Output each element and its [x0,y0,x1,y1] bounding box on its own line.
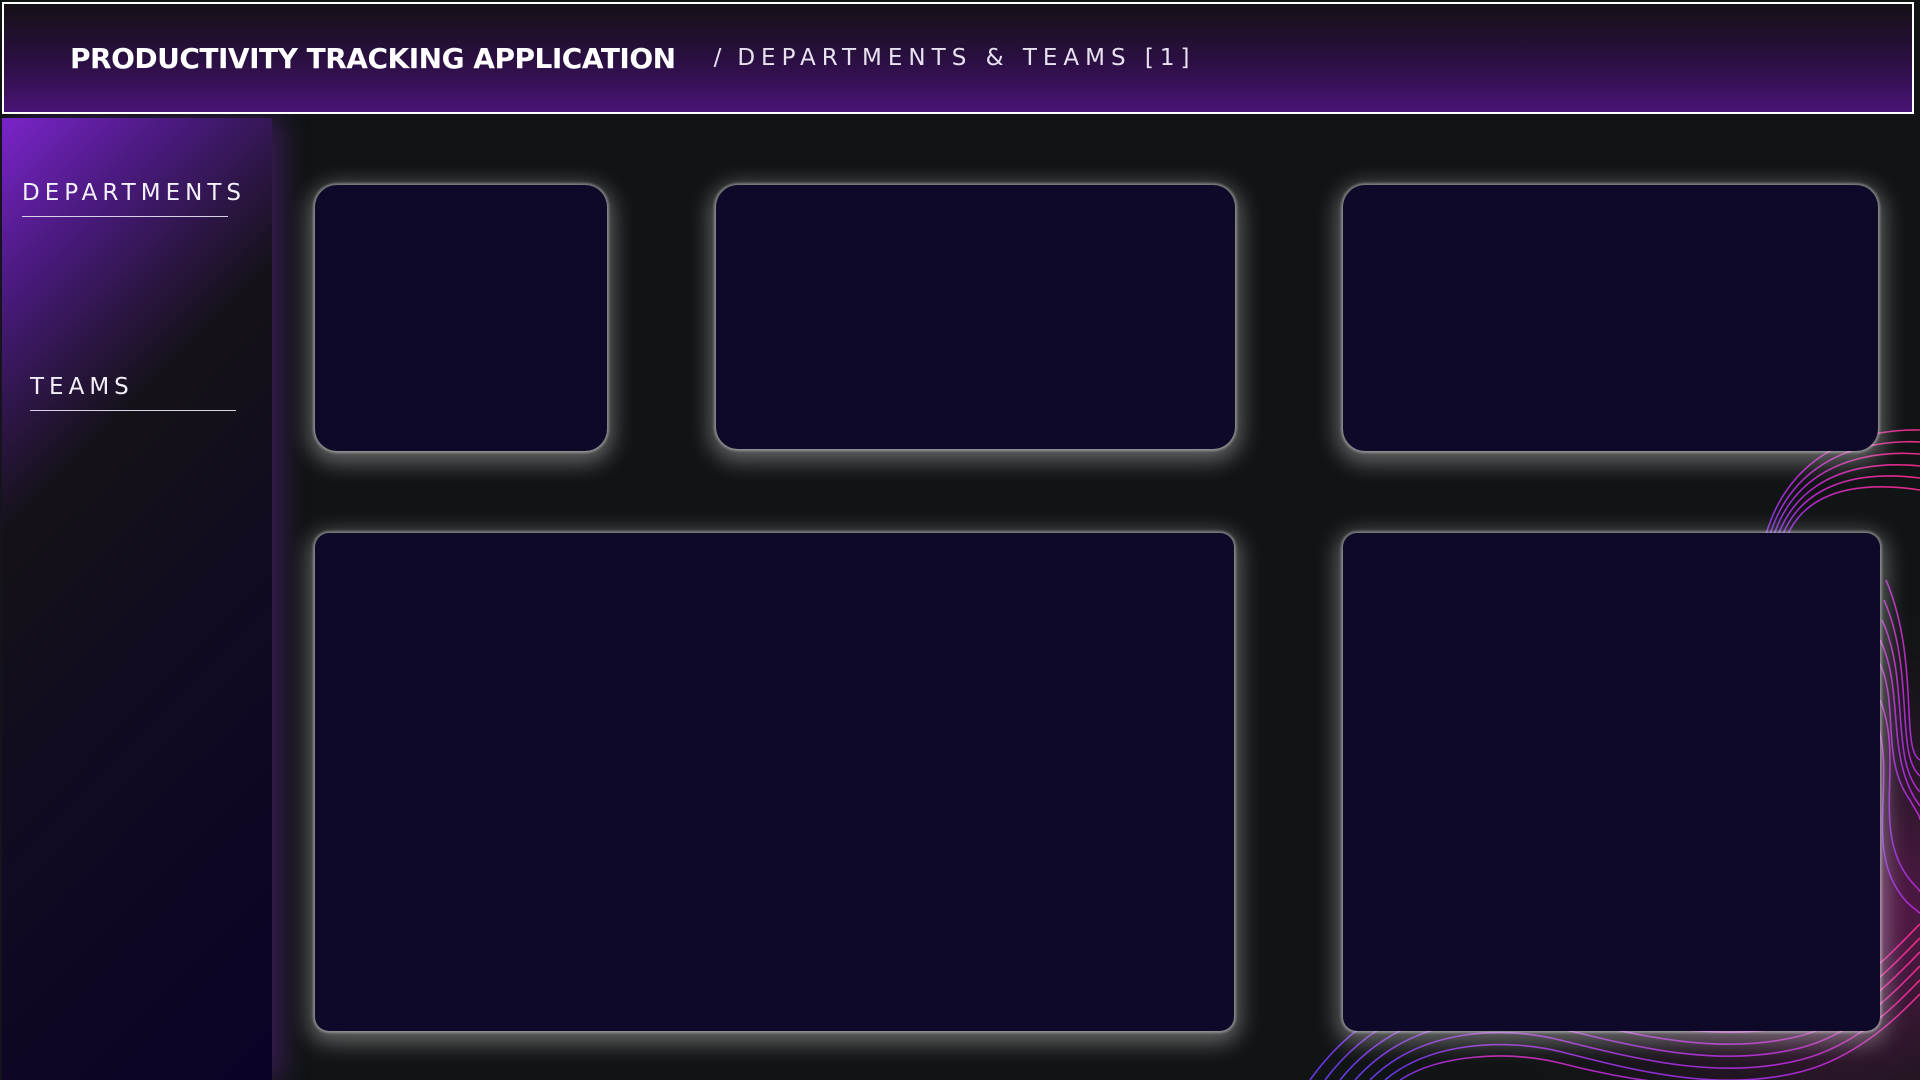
content-card-small [315,185,607,451]
app-window: PRODUCTIVITY TRACKING APPLICATION / DEPA… [0,0,1920,1080]
app-title: PRODUCTIVITY TRACKING APPLICATION [70,41,676,75]
sidebar-item-label: TEAMS [30,374,134,400]
sidebar-item-teams[interactable]: TEAMS [30,374,236,411]
top-header-bar: PRODUCTIVITY TRACKING APPLICATION / DEPA… [2,2,1914,114]
sidebar-item-departments[interactable]: DEPARTMENTS [22,180,246,217]
content-card-large [315,533,1234,1031]
breadcrumb-current-page: DEPARTMENTS & TEAMS [1] [737,45,1196,71]
sidebar-item-label: DEPARTMENTS [22,180,246,206]
sidebar: DEPARTMENTS TEAMS [2,118,272,1080]
sidebar-item-underline [30,410,236,411]
breadcrumb-separator: / [713,45,728,71]
content-card-bottom-right [1343,533,1880,1031]
content-card-top-right [1343,185,1878,451]
content-card-medium [716,185,1235,449]
sidebar-item-underline [22,216,228,217]
breadcrumb: / DEPARTMENTS & TEAMS [1] [714,45,1196,71]
